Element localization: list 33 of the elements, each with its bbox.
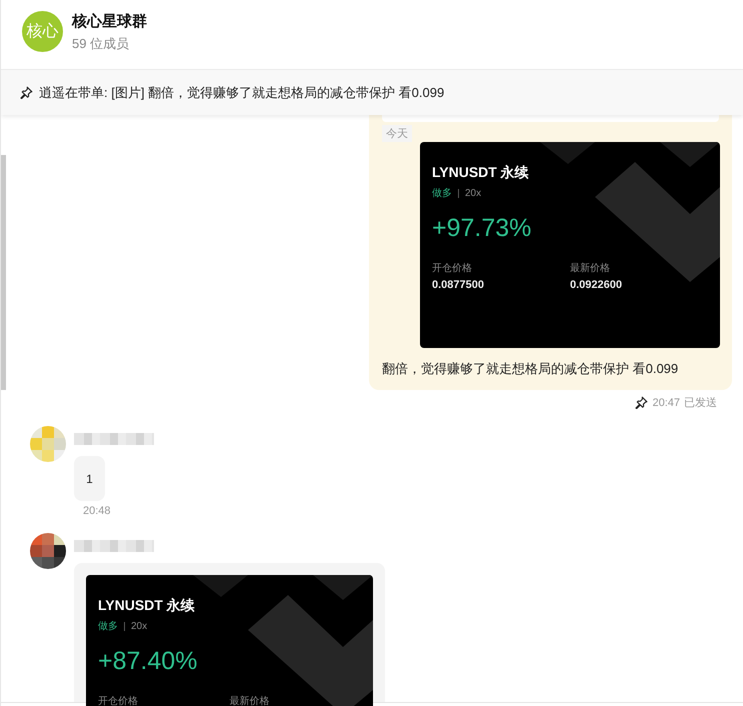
message-time: 20:48 xyxy=(83,505,111,517)
field-label: 开仓价格 xyxy=(98,694,139,706)
message-bubble[interactable]: 今天 LYNUSDT 永续 做多 20x +97.73% 开仓价格 0.0877500 最新价格 0.0922600 翻倍，觉得赚够了就走想格局的减仓带保护 看0.099 xyxy=(369,115,732,390)
group-avatar: 核心 xyxy=(22,11,63,52)
date-label: 今天 xyxy=(382,125,412,142)
field-value: 0.0922600 xyxy=(570,279,623,291)
pinned-message-bar[interactable]: 逍遥在带单: [图片] 翻倍，觉得赚够了就走想格局的减仓带保护 看0.099 xyxy=(1,70,743,115)
group-title: 核心星球群 xyxy=(72,12,147,31)
message-bubble[interactable]: 1 xyxy=(74,456,105,501)
symbol-text: LYNUSDT 永续 xyxy=(432,164,530,182)
message-time: 20:47 xyxy=(652,396,680,408)
pin-icon xyxy=(20,86,33,99)
pnl-text: +87.40% xyxy=(98,647,198,676)
side-text: 做多 xyxy=(432,187,452,200)
scrollbar-thumb[interactable] xyxy=(1,155,6,390)
trade-card[interactable]: LYNUSDT 永续 做多 20x +97.73% 开仓价格 0.0877500 最新价格 0.0922600 xyxy=(420,142,720,348)
symbol-text: LYNUSDT 永续 xyxy=(98,597,196,615)
message-bubble[interactable]: LYNUSDT 永续 做多 20x +87.40% 开仓价格 最新价格 xyxy=(74,563,385,706)
message-text: 翻倍，觉得赚够了就走想格局的减仓带保护 看0.099 xyxy=(382,360,680,378)
field-label: 开仓价格 xyxy=(432,262,473,275)
pinned-text: 逍遥在带单: [图片] 翻倍，觉得赚够了就走想格局的减仓带保护 看0.099 xyxy=(39,84,444,102)
field-label: 最新价格 xyxy=(230,694,270,706)
message-text: 1 xyxy=(86,472,93,486)
avatar-icon[interactable] xyxy=(30,533,66,569)
leverage-text: 20x xyxy=(465,188,482,198)
field-label: 最新价格 xyxy=(570,262,611,275)
pnl-text: +97.73% xyxy=(432,214,532,243)
trade-card[interactable]: LYNUSDT 永续 做多 20x +87.40% 开仓价格 最新价格 xyxy=(86,575,373,706)
side-text: 做多 xyxy=(98,620,118,633)
sent-status: 已发送 xyxy=(684,396,717,410)
field-value: 0.0877500 xyxy=(432,279,485,291)
leverage-text: 20x xyxy=(131,620,148,632)
member-count: 59 位成员 xyxy=(72,35,130,53)
